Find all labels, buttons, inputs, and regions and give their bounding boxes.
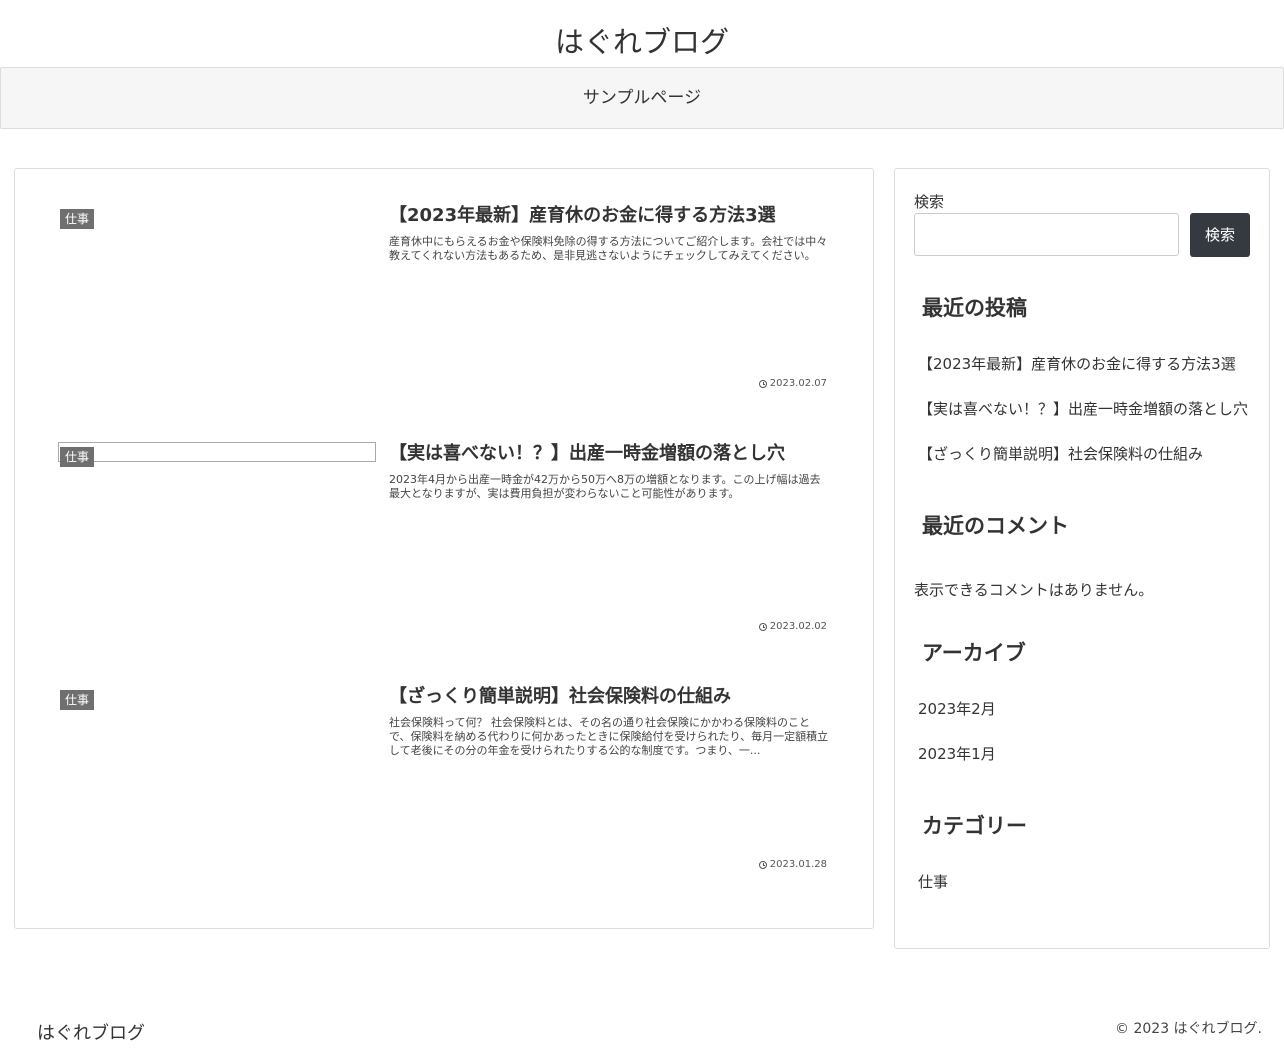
clock-icon [758, 623, 767, 631]
post-thumbnail[interactable] [58, 207, 376, 407]
post-snippet: 社会保険料って何？ 社会保険料とは、その名の通り社会保険にかかわる保険料のことで… [389, 716, 829, 757]
recent-post-link[interactable]: 【2023年最新】産育休のお金に得する方法3選 [918, 353, 1236, 375]
category-label: 仕事 [60, 447, 95, 467]
post-snippet: 産育休中にもらえるお金や保険料免除の得する方法についてご紹介します。会社では中々… [389, 235, 828, 262]
post-date: 2023.02.07 [758, 378, 827, 390]
footer-site-title[interactable]: はぐれブログ [37, 1021, 145, 1047]
search-button[interactable]: 検索 [1190, 213, 1250, 257]
search-label: 検索 [914, 193, 945, 211]
post-snippet: 2023年4月から出産一時金が42万から50万へ8万の増額となります。この上げ幅… [389, 473, 821, 500]
post-date-text: 2023.02.07 [769, 378, 827, 389]
post-date-text: 2023.02.02 [769, 621, 827, 632]
post-title[interactable]: 【2023年最新】産育休のお金に得する方法3選 [389, 203, 839, 229]
no-comments-text: 表示できるコメントはありません。 [914, 581, 1154, 599]
category-link[interactable]: 仕事 [918, 871, 948, 893]
site-title[interactable]: はぐれブログ [0, 18, 1284, 66]
post-title[interactable]: 【ざっくり簡単説明】社会保険料の仕組み [389, 684, 839, 710]
post-list: 仕事 【2023年最新】産育休のお金に得する方法3選 産育休中にもらえるお金や保… [14, 168, 874, 929]
recent-comments-title: 最近のコメント [922, 514, 1069, 538]
categories-title: カテゴリー [922, 814, 1027, 838]
post-date: 2023.02.02 [758, 621, 827, 633]
archive-link[interactable]: 2023年1月 [918, 743, 996, 765]
nav-item-sample-page[interactable]: サンプルページ [1, 68, 1283, 128]
post-card[interactable]: 仕事 【ざっくり簡単説明】社会保険料の仕組み 社会保険料って何？ 社会保険料とは… [15, 680, 873, 910]
recent-posts-title: 最近の投稿 [922, 296, 1027, 320]
global-nav: サンプルページ [0, 67, 1284, 129]
archive-link[interactable]: 2023年2月 [918, 698, 996, 720]
category-label: 仕事 [60, 690, 95, 710]
post-card[interactable]: 仕事 【2023年最新】産育休のお金に得する方法3選 産育休中にもらえるお金や保… [15, 199, 873, 429]
recent-post-link[interactable]: 【ざっくり簡単説明】社会保険料の仕組み [918, 443, 1203, 465]
post-date: 2023.01.28 [758, 859, 827, 871]
clock-icon [758, 380, 767, 388]
recent-post-link[interactable]: 【実は喜べない！？】出産一時金増額の落とし穴 [918, 398, 1248, 420]
post-thumbnail[interactable] [58, 688, 376, 888]
post-card[interactable]: 仕事 【実は喜べない！？】出産一時金増額の落とし穴 2023年4月から出産一時金… [15, 437, 873, 667]
category-label: 仕事 [60, 209, 95, 229]
sidebar: 検索 検索 最近の投稿 【2023年最新】産育休のお金に得する方法3選 【実は喜… [894, 168, 1270, 949]
post-date-text: 2023.01.28 [769, 859, 827, 870]
post-title[interactable]: 【実は喜べない！？】出産一時金増額の落とし穴 [389, 441, 839, 467]
archives-title: アーカイブ [922, 641, 1026, 665]
footer-copyright: © 2023 はぐれブログ. [1115, 1021, 1262, 1037]
search-input[interactable] [914, 213, 1179, 256]
post-thumbnail[interactable] [58, 442, 376, 462]
clock-icon [758, 861, 767, 869]
